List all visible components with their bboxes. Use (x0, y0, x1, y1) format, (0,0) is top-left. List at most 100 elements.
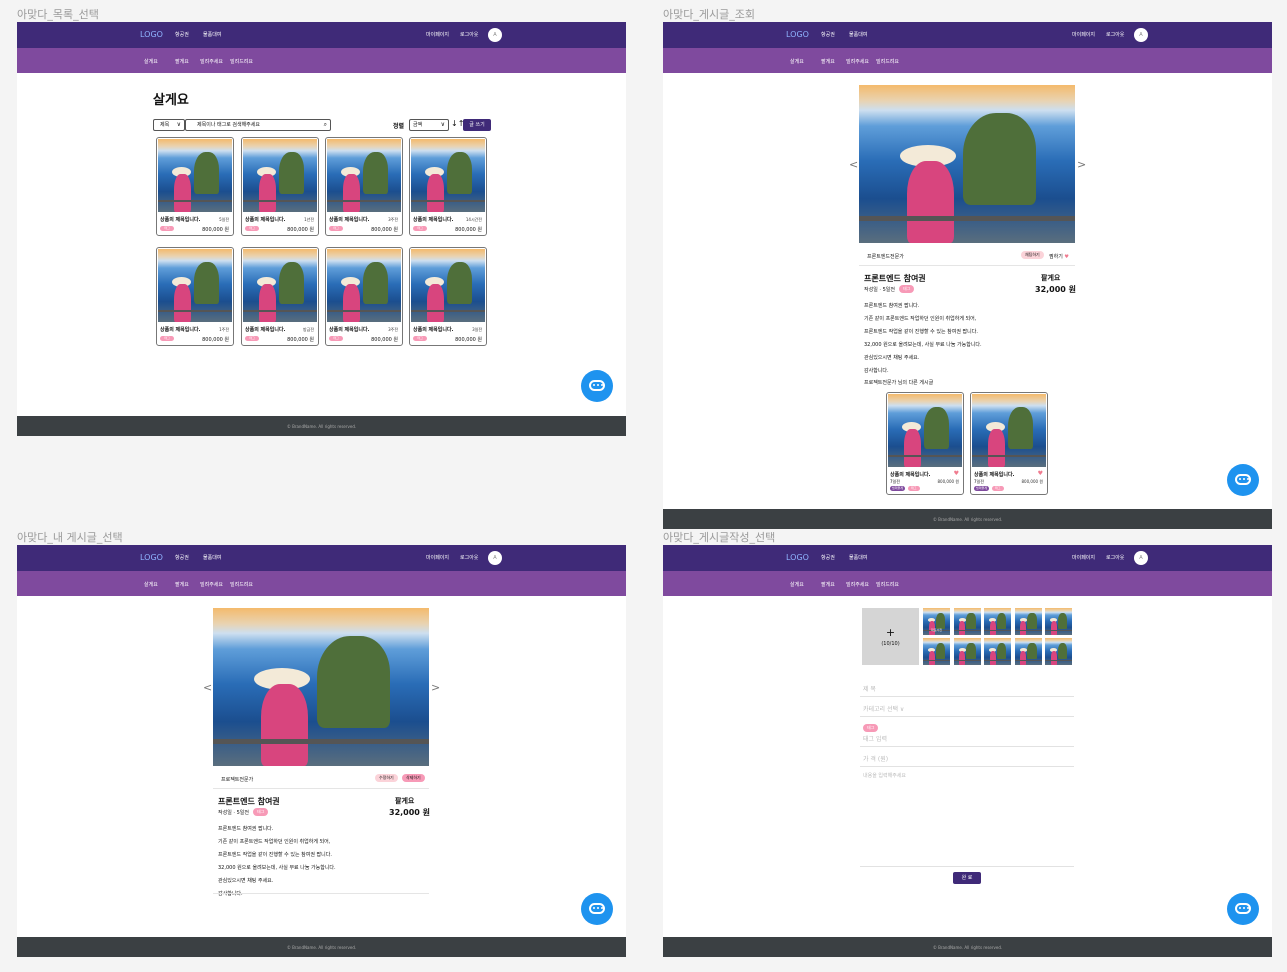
nav-mypage[interactable]: 마이페이지 (426, 31, 449, 38)
product-card[interactable]: 상품의 제목입니다. 5일전 태그 800,000 원 (156, 137, 234, 236)
subnav-borrow[interactable]: 빌려주세요 (846, 581, 869, 588)
submit-button[interactable]: 완 료 (953, 872, 981, 884)
subnav-sell[interactable]: 팔게요 (821, 581, 835, 588)
nav-flight[interactable]: 항공권 (175, 554, 189, 561)
logo[interactable]: LOGO (140, 30, 163, 39)
nav-rental[interactable]: 물품대여 (203, 554, 221, 561)
author-name[interactable]: 프론트엔드전문가 (867, 253, 904, 260)
chat-button[interactable]: 채팅하기 (1021, 251, 1044, 259)
nav-mypage[interactable]: 마이페이지 (1072, 31, 1095, 38)
search-input[interactable]: 제목이나 태그로 검색해주세요 ⌕ (185, 119, 331, 131)
content-textarea[interactable]: 내용을 입력해주세요 (860, 768, 1074, 867)
image-upload-button[interactable]: + (10/10) (862, 608, 919, 665)
card-title: 상품의 제목입니다. (329, 327, 370, 333)
body-line: 32,000 원으로 올려보는데, 사실 무료 나눔 가능합니다. (218, 865, 336, 871)
nav-logout[interactable]: 로그아웃 (1106, 31, 1124, 38)
subnav-buy[interactable]: 살게요 (144, 58, 158, 65)
other-post-card[interactable]: 상품의 제목입니다. ♥ 7일전 800,000 원 빌려줄게 태그 (970, 392, 1048, 495)
edit-button[interactable]: 수정하기 (375, 774, 398, 782)
next-arrow-icon[interactable]: > (1077, 158, 1086, 171)
subnav-borrow[interactable]: 빌려주세요 (200, 58, 223, 65)
subnav-borrow[interactable]: 빌려주세요 (200, 581, 223, 588)
thumbnail[interactable]: 대표사진 (923, 608, 950, 635)
category-select[interactable]: 카테고리 선택 ∨ (860, 698, 1074, 717)
chat-fab[interactable] (1227, 464, 1259, 496)
chat-bubble-icon (589, 903, 605, 914)
tag-input[interactable]: 태그 입력 (860, 731, 1074, 747)
sort-select[interactable]: 금액 ∨ (409, 119, 449, 131)
nav-flight[interactable]: 항공권 (821, 554, 835, 561)
thumbnail[interactable] (1045, 608, 1072, 635)
post-tag[interactable]: 태그 (253, 808, 269, 816)
nav-rental[interactable]: 물품대여 (849, 31, 867, 38)
nav-logout[interactable]: 로그아웃 (460, 31, 478, 38)
product-card[interactable]: 상품의 제목입니다. 3일전 태그 800,000 원 (409, 247, 487, 346)
thumbnail[interactable] (1014, 608, 1042, 635)
heart-icon[interactable]: ♥ (954, 470, 959, 477)
card-title: 상품의 제목입니다. (245, 327, 286, 333)
subnav-lend[interactable]: 빌려드려요 (230, 581, 253, 588)
top-bar: LOGO 항공권 물품대여 마이페이지 로그아웃 A (17, 545, 626, 571)
nav-mypage[interactable]: 마이페이지 (426, 554, 449, 561)
search-select[interactable]: 제목 ∨ (153, 119, 185, 131)
other-post-card[interactable]: 상품의 제목입니다. ♥ 7일전 800,000 원 빌려줄게 태그 (886, 392, 964, 495)
nav-flight[interactable]: 항공권 (175, 31, 189, 38)
product-card[interactable]: 상품의 제목입니다. 3주전 태그 800,000 원 (325, 137, 403, 236)
avatar[interactable]: A (488, 551, 502, 565)
write-button[interactable]: 글 쓰기 (463, 119, 491, 131)
subnav-lend[interactable]: 빌려드려요 (230, 58, 253, 65)
avatar[interactable]: A (1134, 551, 1148, 565)
nav-rental[interactable]: 물품대여 (849, 554, 867, 561)
thumbnail[interactable] (1014, 638, 1042, 665)
product-card[interactable]: 상품의 제목입니다. 3주전 태그 800,000 원 (325, 247, 403, 346)
subnav-buy[interactable]: 살게요 (790, 58, 804, 65)
chat-fab[interactable] (581, 893, 613, 925)
logo[interactable]: LOGO (786, 30, 809, 39)
nav-logout[interactable]: 로그아웃 (460, 554, 478, 561)
heart-icon[interactable]: ♥ (1038, 470, 1043, 477)
prev-arrow-icon[interactable]: < (849, 158, 858, 171)
thumbnail[interactable] (984, 608, 1011, 635)
subnav-buy[interactable]: 살게요 (144, 581, 158, 588)
avatar[interactable]: A (488, 28, 502, 42)
delete-button[interactable]: 삭제하기 (402, 774, 425, 782)
nav-rental[interactable]: 물품대여 (203, 31, 221, 38)
nav-mypage[interactable]: 마이페이지 (1072, 554, 1095, 561)
prev-arrow-icon[interactable]: < (203, 681, 212, 694)
thumbnail[interactable] (953, 638, 981, 665)
card-tag: 태그 (329, 336, 343, 341)
post-tag[interactable]: 태그 (899, 285, 915, 293)
like-button[interactable]: 찜하기 ♥ (1049, 253, 1069, 260)
top-bar: LOGO 항공권 물품대여 마이페이지 로그아웃 A (17, 22, 626, 48)
price-field[interactable]: 가 격 (원) (860, 748, 1074, 767)
chat-fab[interactable] (1227, 893, 1259, 925)
product-card[interactable]: 상품의 제목입니다. 14시간전 태그 800,000 원 (409, 137, 487, 236)
chat-fab[interactable] (581, 370, 613, 402)
thumbnail[interactable] (953, 608, 981, 635)
product-card[interactable]: 상품의 제목입니다. 1년전 태그 800,000 원 (241, 137, 319, 236)
card-tag: 빌려줄게 (974, 486, 990, 491)
search-icon[interactable]: ⌕ (324, 120, 327, 130)
product-card[interactable]: 상품의 제목입니다. 1주전 태그 800,000 원 (156, 247, 234, 346)
subnav-sell[interactable]: 팔게요 (821, 58, 835, 65)
logo[interactable]: LOGO (140, 553, 163, 562)
subnav-sell[interactable]: 팔게요 (175, 581, 189, 588)
chat-bubble-icon (1235, 903, 1251, 914)
logo[interactable]: LOGO (786, 553, 809, 562)
thumbnail[interactable] (984, 638, 1011, 665)
product-card[interactable]: 상품의 제목입니다. 방금전 태그 800,000 원 (241, 247, 319, 346)
subnav-borrow[interactable]: 빌려주세요 (846, 58, 869, 65)
title-field[interactable]: 제 목 (860, 678, 1074, 697)
thumbnail[interactable] (923, 638, 950, 665)
thumbnail[interactable] (1045, 638, 1072, 665)
search-select-value: 제목 (160, 122, 170, 128)
next-arrow-icon[interactable]: > (431, 681, 440, 694)
card-title: 상품의 제목입니다. (160, 327, 201, 333)
subnav-buy[interactable]: 살게요 (790, 581, 804, 588)
nav-flight[interactable]: 항공권 (821, 31, 835, 38)
subnav-sell[interactable]: 팔게요 (175, 58, 189, 65)
subnav-lend[interactable]: 빌려드려요 (876, 58, 899, 65)
nav-logout[interactable]: 로그아웃 (1106, 554, 1124, 561)
avatar[interactable]: A (1134, 28, 1148, 42)
subnav-lend[interactable]: 빌려드려요 (876, 581, 899, 588)
